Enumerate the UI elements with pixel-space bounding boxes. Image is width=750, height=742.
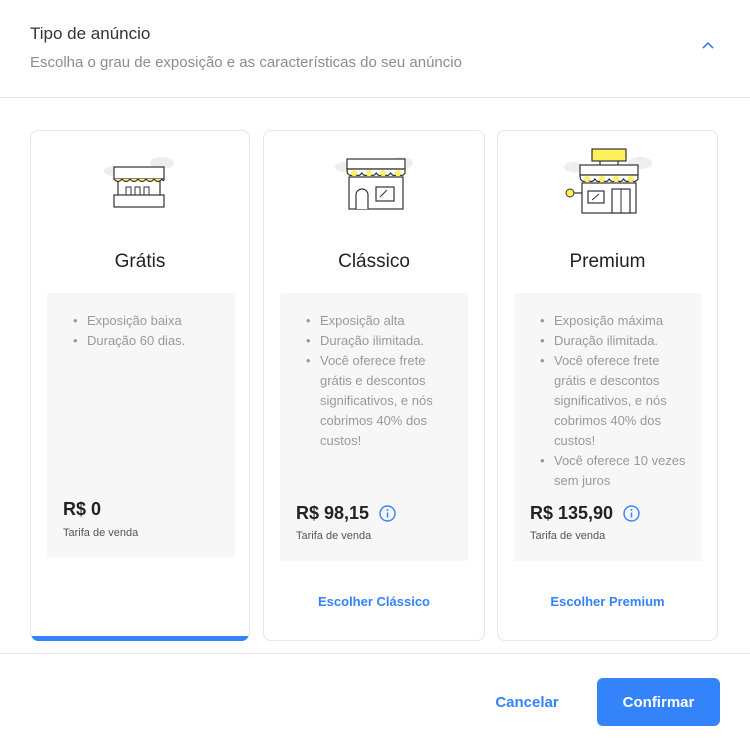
chevron-up-icon[interactable] (700, 40, 716, 52)
info-icon[interactable] (623, 505, 640, 522)
feature-item: Você oferece frete grátis e descontos si… (304, 351, 458, 451)
feature-item: Você oferece 10 vezes sem juros (538, 451, 692, 491)
price-caption: Tarifa de venda (530, 530, 606, 542)
price-row: R$ 0 (63, 499, 101, 520)
price-caption: Tarifa de venda (296, 530, 372, 542)
plan-card-premium[interactable]: Premium Exposição máxima Duração ilimita… (497, 130, 718, 641)
plan-details-box: Exposição baixa Duração 60 dias. R$ 0 Ta… (47, 293, 235, 558)
plan-name: Grátis (114, 251, 166, 272)
feature-item: Exposição máxima (538, 311, 692, 331)
cancel-button[interactable]: Cancelar (484, 678, 570, 726)
section-subtitle: Escolha o grau de exposição e as caracte… (30, 54, 462, 71)
footer-divider (0, 653, 750, 654)
choose-classico-button[interactable]: Escolher Clássico (264, 594, 484, 609)
feature-item: Você oferece frete grátis e descontos si… (538, 351, 692, 451)
plan-price: R$ 0 (63, 499, 102, 519)
confirm-button[interactable]: Confirmar (597, 678, 720, 726)
plan-name: Premium (569, 251, 646, 272)
store-icon (335, 157, 413, 210)
info-icon[interactable] (379, 505, 396, 522)
choose-premium-button[interactable]: Escolher Premium (498, 594, 717, 609)
plan-price: R$ 135,90 (530, 503, 614, 523)
premium-store-icon (563, 148, 652, 214)
plan-name: Clássico (338, 251, 410, 272)
plan-price: R$ 98,15 (296, 503, 370, 523)
feature-item: Exposição alta (304, 311, 458, 331)
plan-details-box: Exposição alta Duração ilimitada. Você o… (280, 293, 468, 561)
selected-indicator (31, 636, 249, 641)
price-caption: Tarifa de venda (63, 527, 139, 539)
ad-type-header: Tipo de anúncio Escolha o grau de exposi… (0, 0, 750, 98)
price-row: R$ 135,90 (530, 503, 640, 524)
plan-card-classico[interactable]: Clássico Exposição alta Duração ilimitad… (263, 130, 485, 641)
plan-card-gratis[interactable]: Grátis Exposição baixa Duração 60 dias. … (30, 130, 250, 641)
plan-details-box: Exposição máxima Duração ilimitada. Você… (514, 293, 702, 561)
feature-item: Exposição baixa (71, 311, 225, 331)
price-row: R$ 98,15 (296, 503, 396, 524)
section-title: Tipo de anúncio (30, 24, 151, 43)
feature-item: Duração ilimitada. (304, 331, 458, 351)
feature-item: Duração 60 dias. (71, 331, 225, 351)
feature-list: Exposição máxima Duração ilimitada. Você… (514, 293, 702, 491)
feature-list: Exposição alta Duração ilimitada. Você o… (280, 293, 468, 451)
feature-list: Exposição baixa Duração 60 dias. (47, 293, 235, 351)
feature-item: Duração ilimitada. (538, 331, 692, 351)
market-stall-icon (104, 157, 174, 208)
